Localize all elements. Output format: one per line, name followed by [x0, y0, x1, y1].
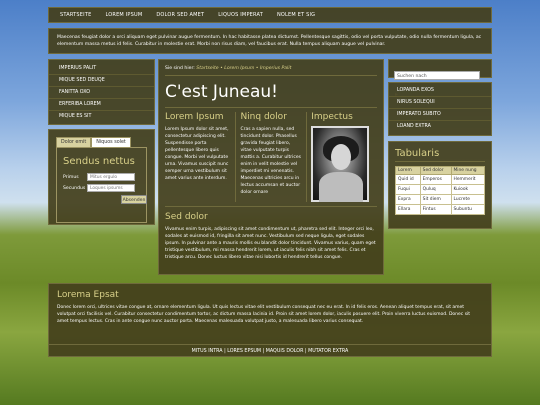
section-sed-dolor: Sed dolor Vivamus enim turpis, adipiscin…: [165, 206, 377, 261]
table-cell: Fuqui: [395, 184, 421, 195]
top-navigation: Startseite Lorem Ipsum Dolor sed amet Li…: [48, 7, 492, 23]
column-text: Lorem Ipsum dolor sit amet, consectetur …: [165, 127, 229, 181]
search-box: Suchen nach▸: [388, 59, 492, 98]
column-lorem-ipsum: Lorem Ipsum Lorem Ipsum dolor sit amet, …: [165, 112, 235, 202]
table-cell: Ellara: [395, 204, 421, 215]
right-menu: Lopanda exos Nirus solequi Imperato subi…: [388, 82, 492, 136]
column-impectus: Impectus: [306, 112, 377, 202]
nav-item-dolor-sed-amet[interactable]: Dolor sed amet: [149, 12, 211, 18]
footer-heading: Lorema Epsat: [57, 290, 119, 300]
nav-item-lorem-ipsum[interactable]: Lorem Ipsum: [98, 12, 149, 18]
table-cell: Lucrete: [450, 194, 486, 205]
table-row: Quid id Emperos Hemmerit: [395, 174, 486, 185]
table-cell: Sit diem: [419, 194, 452, 205]
table-cell: Kuiook: [450, 184, 486, 195]
form-row-primus: Primus Mitus ergulo: [63, 173, 140, 181]
data-table: Lorem Sed dolor Mine nung Quid id Empero…: [395, 166, 486, 215]
primus-label: Primus: [63, 174, 79, 180]
search-input[interactable]: Suchen nach: [394, 71, 480, 80]
section-text: Vivamus enim turpis, adipiscing sit amet…: [165, 227, 376, 260]
table-cell: Expra: [395, 194, 421, 205]
nav-item-nolem-et-sig[interactable]: Nolem et sig: [270, 12, 322, 18]
left-menu: Imperius Palit Mique sed deuqe Fanitta o…: [48, 59, 155, 125]
table-header: Lorem: [395, 166, 421, 175]
table-row: Expra Sit diem Lucrete: [395, 194, 486, 205]
portrait-photo: [311, 126, 370, 202]
table-header: Mine nung: [450, 166, 486, 175]
page-title: C'est Juneau!: [165, 82, 278, 102]
tab-dolor-emit[interactable]: Dolor emit: [56, 137, 92, 148]
left-menu-item-erferiba-lorem[interactable]: Erferiba lorem: [49, 99, 154, 111]
footer-links[interactable]: Mitus intra | Lores epsum | Maquis dolor…: [49, 344, 491, 354]
tab-niquos-solet[interactable]: Niquos solet: [91, 137, 131, 148]
photo-body: [319, 172, 364, 202]
secundus-label: Secundus: [63, 185, 86, 191]
table-row: Ellara Fintus Subuntu: [395, 204, 486, 215]
column-ninq-dolor: Ninq dolor Cras a sapien nulla, sed tinc…: [235, 112, 306, 202]
table-cell: Quid id: [395, 174, 421, 185]
tabularis-title: Tabularis: [395, 148, 485, 162]
section-heading: Sed dolor: [165, 212, 208, 222]
intro-text: Maecenas feugiat dolor a orci aliquam eg…: [48, 28, 492, 54]
column-text: Cras a sapien nulla, sed tincidunt dolor…: [240, 127, 301, 195]
primus-input[interactable]: Mitus ergulo: [87, 173, 135, 181]
right-menu-item-lopanda-exos[interactable]: Lopanda exos: [389, 85, 491, 97]
left-menu-item-imperius-palit[interactable]: Imperius Palit: [49, 63, 154, 75]
table-header: Sed dolor: [419, 166, 452, 175]
left-menu-item-fanitta-oxo[interactable]: Fanitta oxo: [49, 87, 154, 99]
left-menu-item-mique-es-sit[interactable]: Mique es sit: [49, 111, 154, 123]
table-cell: Fintus: [419, 204, 452, 215]
column-heading: Impectus: [311, 112, 353, 122]
breadcrumb: Sie sind hier: Startseite • Lorem Ipsum …: [165, 66, 377, 76]
footer-text: Donec lorem orci, ultrices vitae congue …: [57, 305, 471, 324]
table-row: Fuqui Quluq Kuiook: [395, 184, 486, 195]
left-menu-item-mique-sed-deuqe[interactable]: Mique sed deuqe: [49, 75, 154, 87]
table-cell: Subuntu: [450, 204, 486, 215]
right-menu-item-loand-extra[interactable]: Loand extra: [389, 121, 491, 133]
secundus-input[interactable]: Loques ipsums: [87, 184, 135, 192]
column-heading: Lorem Ipsum: [165, 112, 224, 122]
tab-panel: Sendus nettus Primus Mitus ergulo Secund…: [56, 147, 147, 223]
table-cell: Quluq: [419, 184, 452, 195]
form-row-secundus: Secundus Loques ipsums: [63, 184, 140, 192]
nav-item-liquos-imperat[interactable]: Liquos imperat: [211, 12, 270, 18]
footer: Lorema Epsat Donec lorem orci, ultrices …: [48, 283, 492, 357]
breadcrumb-links[interactable]: Startseite • Lorem Ipsum • Imperius Pali…: [196, 66, 291, 71]
tabularis-box: Tabularis Lorem Sed dolor Mine nung Quid…: [388, 141, 492, 229]
table-header-row: Lorem Sed dolor Mine nung: [395, 166, 486, 175]
table-cell: Hemmerit: [450, 174, 486, 185]
table-cell: Emperos: [419, 174, 452, 185]
column-heading: Ninq dolor: [240, 112, 287, 122]
main-content: Sie sind hier: Startseite • Lorem Ipsum …: [158, 59, 384, 275]
right-menu-item-imperato-subito[interactable]: Imperato subito: [389, 109, 491, 121]
nav-item-startseite[interactable]: Startseite: [53, 12, 98, 18]
breadcrumb-prefix: Sie sind hier:: [165, 66, 195, 71]
form-tabs-box: Dolor emit Niquos solet Sendus nettus Pr…: [48, 129, 155, 225]
form-title: Sendus nettus: [63, 156, 135, 167]
submit-button[interactable]: Absenden: [121, 195, 147, 204]
photo-face: [331, 144, 352, 170]
content-columns: Lorem Ipsum Lorem Ipsum dolor sit amet, …: [165, 107, 377, 202]
right-menu-item-nirus-solequi[interactable]: Nirus solequi: [389, 97, 491, 109]
